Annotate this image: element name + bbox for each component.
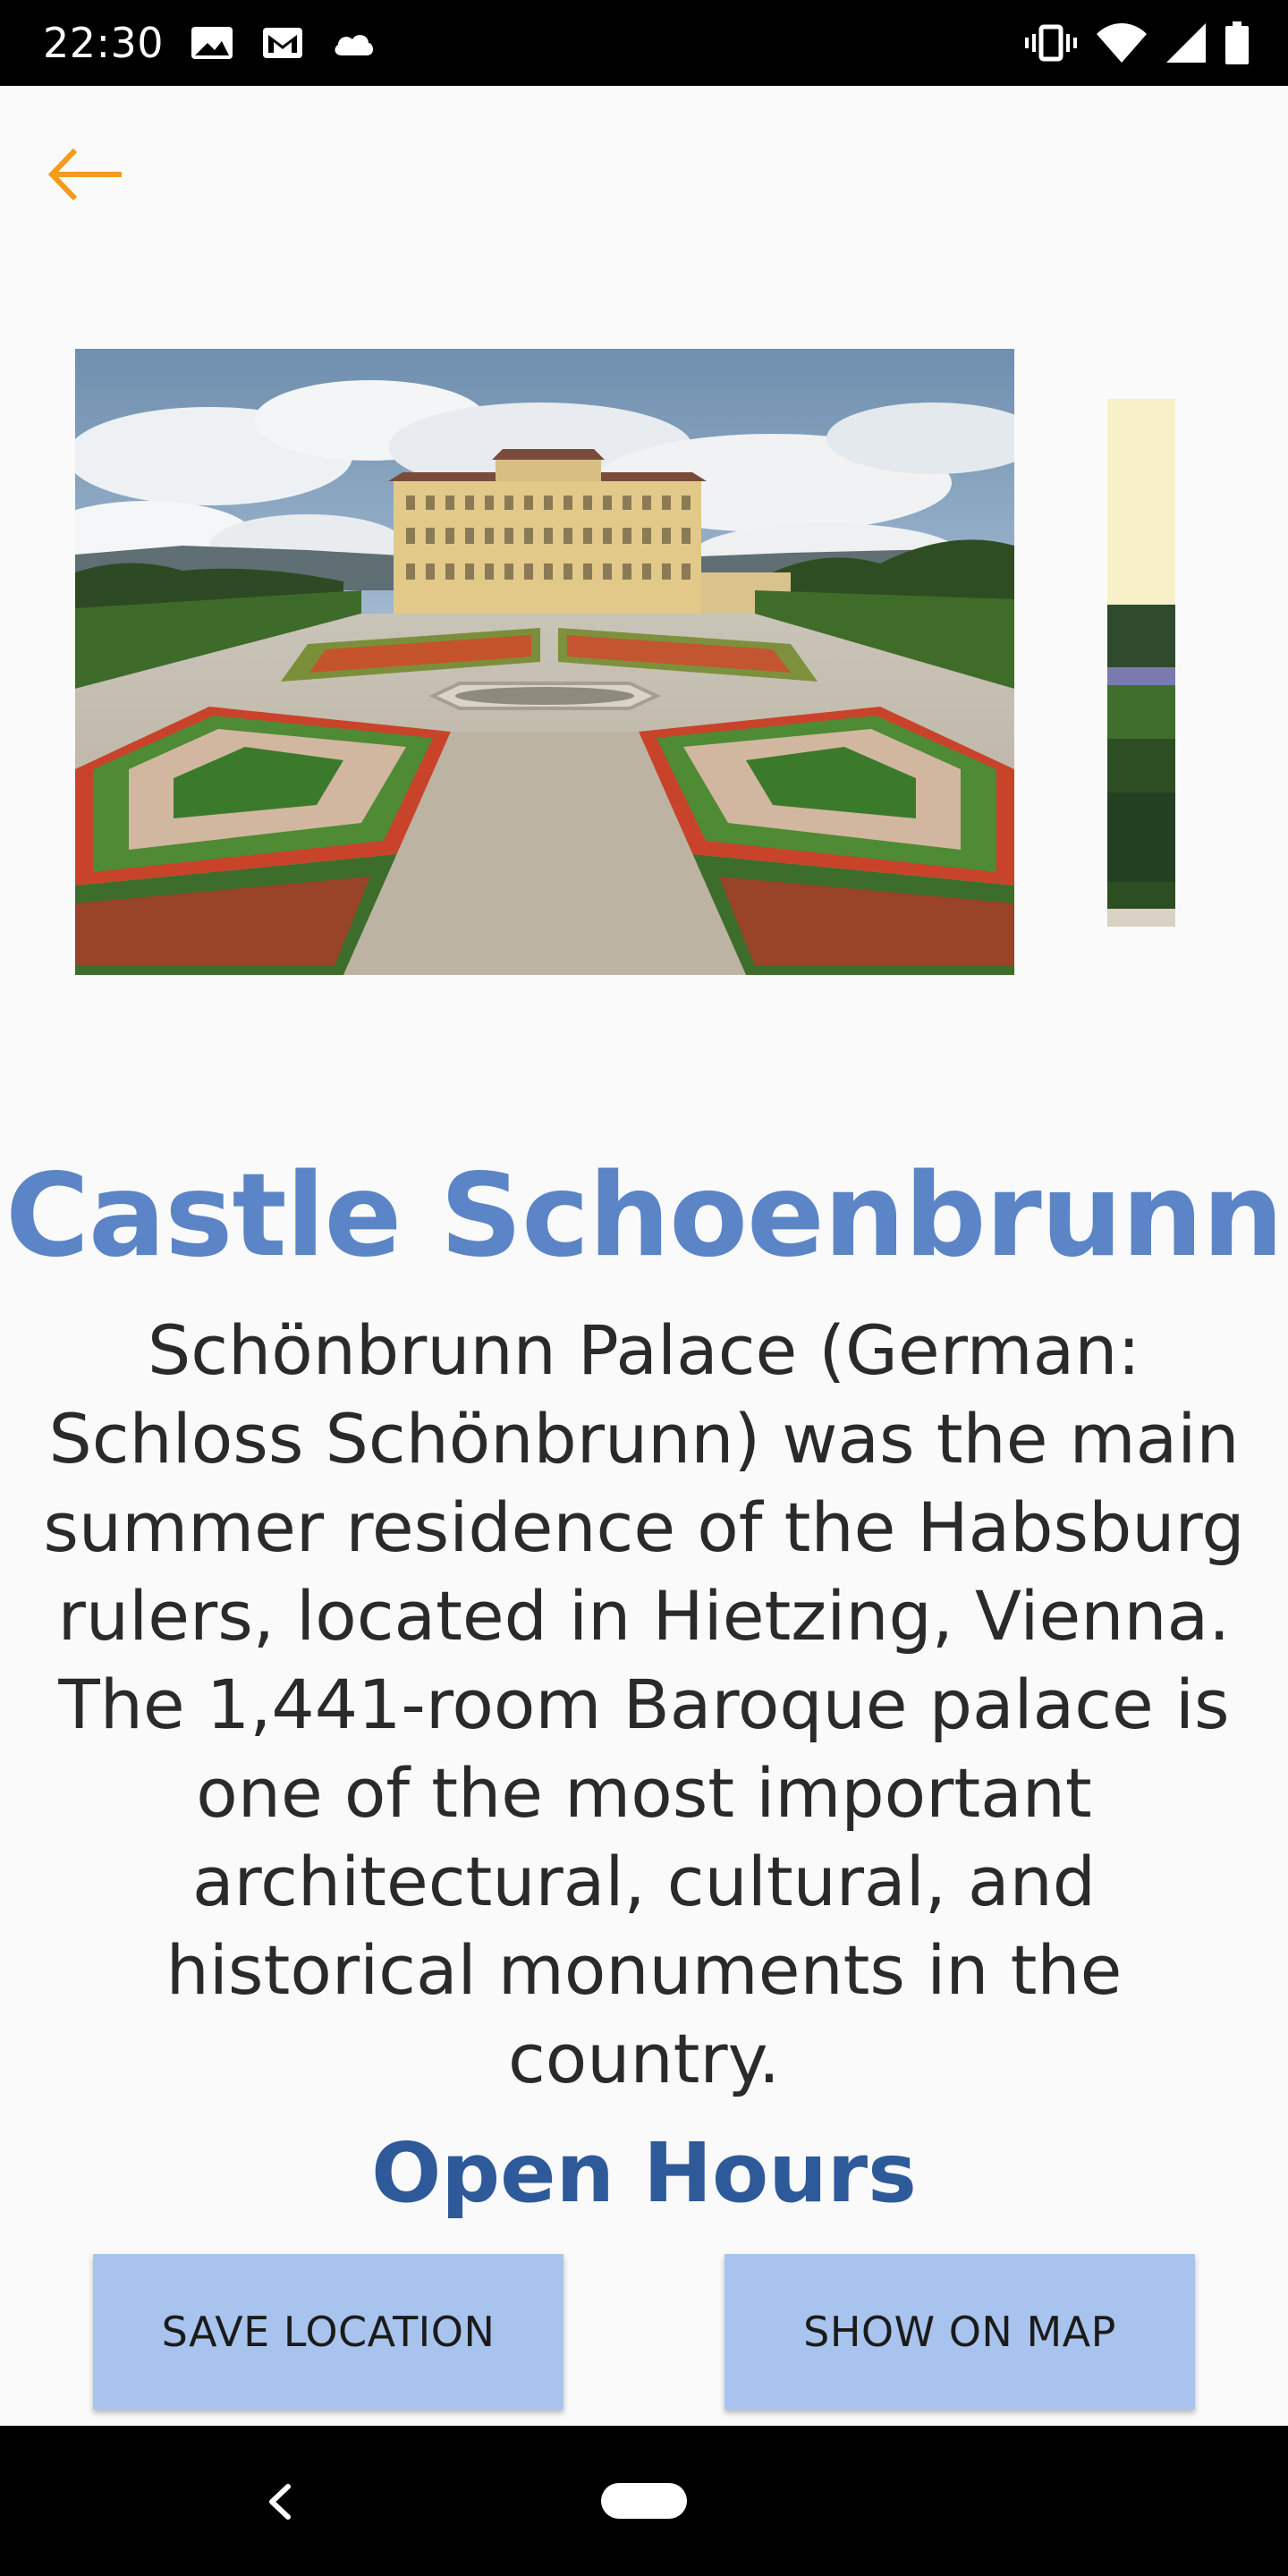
image-notification-icon <box>191 27 233 59</box>
palace-photo[interactable] <box>75 349 1014 975</box>
arrow-left-icon <box>47 148 122 201</box>
signal-icon <box>1166 23 1206 63</box>
app-screen: 22:30 Castle Schoenbrunn Schönbrunn Pala… <box>0 0 1288 2576</box>
status-bar: 22:30 <box>0 0 1288 86</box>
save-location-button[interactable]: SAVE LOCATION <box>93 2254 564 2410</box>
garden-photo-image <box>1107 399 1175 927</box>
place-title: Castle Schoenbrunn <box>4 1149 1284 1283</box>
notification-icons <box>190 23 376 63</box>
home-pill-icon[interactable] <box>601 2483 687 2519</box>
nav-back-icon[interactable] <box>259 2470 299 2533</box>
wifi-icon <box>1097 23 1147 63</box>
system-icons <box>1025 20 1249 66</box>
open-hours-heading: Open Hours <box>371 2125 917 2221</box>
back-button[interactable] <box>36 134 134 215</box>
place-description: Schönbrunn Palace (German: Schloss Schön… <box>43 1310 1245 2098</box>
gmail-icon <box>263 28 302 58</box>
image-carousel[interactable] <box>0 349 1288 975</box>
cloud-icon <box>335 35 373 55</box>
system-nav-bar <box>0 2426 1288 2576</box>
palace-photo-image <box>75 349 1014 975</box>
show-on-map-button[interactable]: SHOW ON MAP <box>724 2254 1195 2410</box>
vibrate-icon <box>1025 24 1077 62</box>
battery-icon <box>1225 21 1249 64</box>
status-time: 22:30 <box>43 19 165 67</box>
next-photo-peek[interactable] <box>1107 399 1175 927</box>
